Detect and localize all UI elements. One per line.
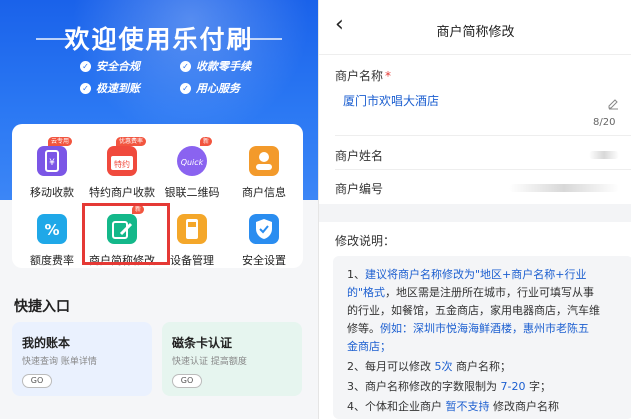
modify-notes: 修改说明： 1、建议将商户名称修改为"地区+商户名称+行业 的"格式，地区需是注… <box>319 222 631 419</box>
check-icon: ✓ <box>180 60 191 72</box>
note-line-3: 的行业，如餐馆，五金商店，家用电器商店，汽车维 <box>347 304 600 317</box>
required-mark: * <box>385 69 392 83</box>
go-button[interactable]: GO <box>172 374 202 388</box>
feature-4: ✓ 用心服务 <box>180 80 240 96</box>
feature-3: ✓ 极速到账 <box>80 80 140 96</box>
menu-item-label: 额度费率 <box>30 254 74 267</box>
special-merchant-icon: 特约 <box>107 146 137 176</box>
owner-value-masked <box>589 151 619 159</box>
security-shield-icon <box>249 214 279 244</box>
merchant-name-input[interactable] <box>343 93 593 107</box>
page-title: 商户简称修改 <box>436 25 515 40</box>
char-counter: 8/20 <box>593 117 616 128</box>
home-screen: 欢迎使用乐付刷 ✓ 安全合规 ✓ 收款零手续 ✓ 极速到账 ✓ 用心服务 ¥ 云专用 移… <box>0 0 318 419</box>
percent-rate-icon: % <box>37 214 67 244</box>
note-line-7: 3、商户名称修改的字数限制为 7-20 字； <box>347 380 551 393</box>
note-line-4: 修等。例如：深圳市悦海海鲜酒楼，惠州市老陈五 <box>347 322 589 335</box>
merchant-form: 商户名称* 8/20 商户姓名 商户编号 <box>319 54 631 204</box>
notes-title: 修改说明： <box>335 234 396 248</box>
quick-card-subtitle: 快速认证 提高额度 <box>172 357 247 367</box>
welcome-title: 欢迎使用乐付刷 <box>64 25 254 54</box>
go-button[interactable]: GO <box>22 374 52 388</box>
quickpass-qr-icon: Quick <box>177 146 207 176</box>
svg-text:%: % <box>44 221 59 239</box>
nav-bar: ‹ 商户简称修改 <box>319 0 631 54</box>
pencil-icon[interactable] <box>607 95 619 110</box>
highlight-box <box>82 203 170 265</box>
quick-card-subtitle: 快速查询 账单详情 <box>22 357 97 367</box>
menu-item-label: 移动收款 <box>30 186 74 199</box>
divider <box>335 135 631 136</box>
note-line-8: 4、个体和企业商户 暂不支持 修改商户名称 <box>347 400 559 413</box>
menu-item-label: 安全设置 <box>242 254 286 267</box>
tag-badge: 云专用 <box>48 137 73 146</box>
check-icon: ✓ <box>80 60 91 72</box>
menu-item-unionpay-qr[interactable]: Quick 新 银联二维码 <box>152 132 232 199</box>
menu-item-special-merchant[interactable]: 特约 优惠费率 特约商户收款 <box>82 132 162 199</box>
note-line-6: 2、每月可以修改 5次 商户名称； <box>347 360 511 373</box>
merchant-number-masked <box>509 184 619 192</box>
notes-box: 1、建议将商户名称修改为"地区+商户名称+行业 的"格式，地区需是注册所在城市，… <box>333 256 631 419</box>
svg-text:Quick: Quick <box>181 158 204 167</box>
menu-item-label: 特约商户收款 <box>89 186 155 199</box>
check-icon: ✓ <box>180 82 191 94</box>
note-line-1: 1、建议将商户名称修改为"地区+商户名称+行业 <box>347 268 587 281</box>
menu-item-mobile-payment[interactable]: ¥ 云专用 移动收款 <box>12 132 92 199</box>
menu-item-quota-rate[interactable]: % 额度费率 <box>12 200 92 267</box>
feature-2: ✓ 收款零手续 <box>180 58 251 74</box>
quick-entry-title: 快捷入口 <box>14 299 70 315</box>
menu-item-label: 银联二维码 <box>164 186 220 199</box>
merchant-info-icon <box>249 146 279 176</box>
pos-device-icon <box>177 214 207 244</box>
quick-card-my-ledger[interactable]: 我的账本 快速查询 账单详情 GO <box>12 322 152 396</box>
svg-text:¥: ¥ <box>49 158 55 168</box>
tag-badge: 新 <box>200 137 213 146</box>
divider <box>335 169 631 170</box>
quick-card-magstripe-auth[interactable]: 磁条卡认证 快速认证 提高额度 GO <box>162 322 302 396</box>
menu-item-label: 商户信息 <box>242 186 286 199</box>
tag-badge: 优惠费率 <box>116 137 147 146</box>
merchant-number-label: 商户编号 <box>335 182 384 196</box>
menu-item-merchant-info[interactable]: 商户信息 <box>224 132 304 199</box>
merchant-name-label: 商户名称 * <box>335 69 392 83</box>
quick-card-title: 我的账本 <box>22 336 71 350</box>
note-line-2: 的"格式，地区需是注册所在城市，行业可填写从事 <box>347 286 595 299</box>
quick-card-title: 磁条卡认证 <box>172 336 233 350</box>
check-icon: ✓ <box>80 82 91 94</box>
merchant-owner-label: 商户姓名 <box>335 149 384 163</box>
menu-item-security-settings[interactable]: 安全设置 <box>224 200 304 267</box>
edit-short-name-screen: ‹ 商户简称修改 商户名称* 8/20 商户姓名 商户编号 修改说明： 1、建议… <box>318 0 631 419</box>
svg-text:特约: 特约 <box>114 159 130 169</box>
note-line-5: 金商店； <box>347 340 391 353</box>
feature-1: ✓ 安全合规 <box>80 58 140 74</box>
phone-payment-icon: ¥ <box>37 146 67 176</box>
